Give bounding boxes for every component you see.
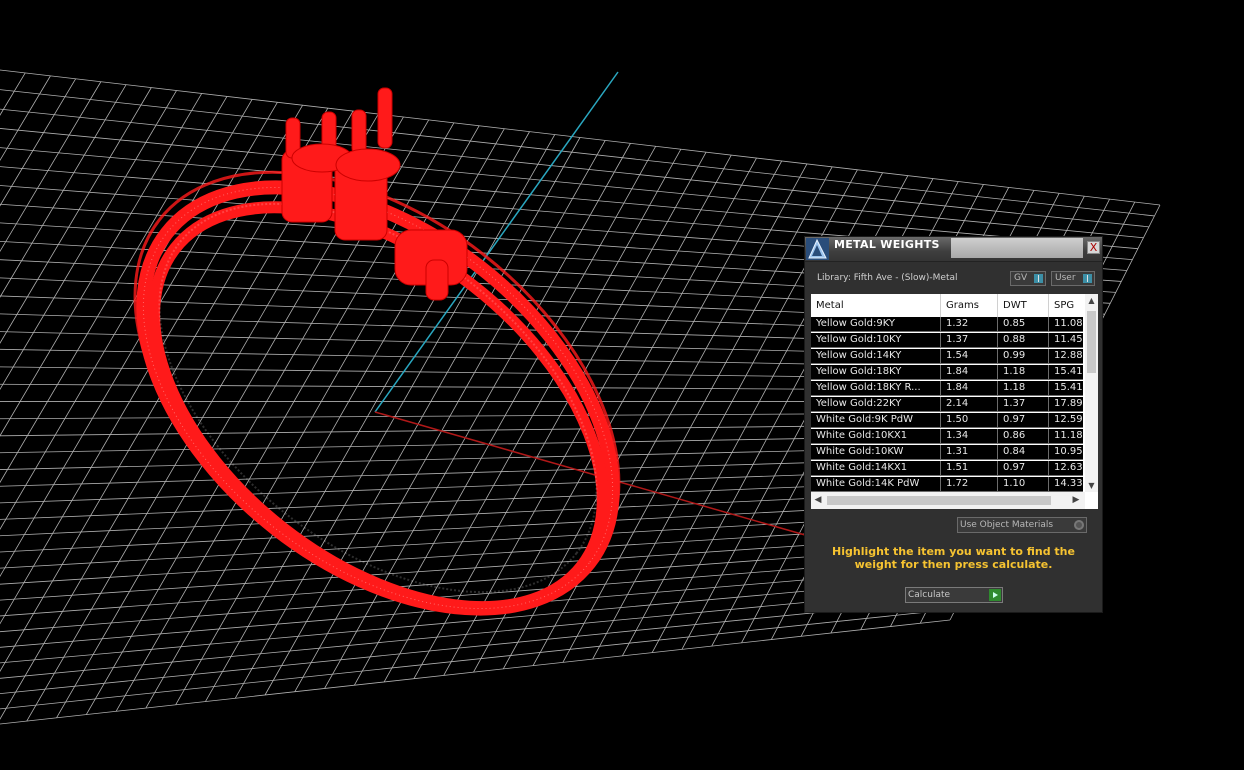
cell-metal: Yellow Gold:18KY R... <box>811 381 941 396</box>
cell-metal: Yellow Gold:10KY <box>811 333 941 348</box>
metal-weights-panel: METAL WEIGHTS X Library: Fifth Ave - (Sl… <box>804 236 1103 613</box>
scroll-up-icon[interactable]: ▲ <box>1085 294 1098 307</box>
table-row[interactable]: White Gold:10KX1 1.34 0.86 11.18 <box>811 429 1083 444</box>
cell-spg: 17.89 <box>1054 398 1083 409</box>
cell-dwt: 0.85 <box>998 317 1049 332</box>
vertical-scroll-thumb[interactable] <box>1087 311 1096 373</box>
cell-grams: 1.37 <box>941 333 998 348</box>
horizontal-scroll-thumb[interactable] <box>827 496 1051 505</box>
metal-table: Metal Grams DWT SPG Yellow Gold:9KY 1.32 0… <box>811 294 1098 509</box>
table-row[interactable]: White Gold:10KW 1.31 0.84 10.95 <box>811 445 1083 460</box>
toggle-switch-icon <box>1034 274 1043 283</box>
cell-metal: Yellow Gold:9KY <box>811 317 941 332</box>
cell-dwt: 0.86 <box>998 429 1049 444</box>
cell-dwt: 1.10 <box>998 477 1049 492</box>
table-row[interactable]: Yellow Gold:9KY 1.32 0.85 11.08 <box>811 317 1083 332</box>
table-row[interactable]: White Gold:9K PdW 1.50 0.97 12.59 <box>811 413 1083 428</box>
column-header-dwt[interactable]: DWT <box>998 294 1049 317</box>
use-object-materials-label: Use Object Materials <box>960 520 1054 530</box>
cell-grams: 1.31 <box>941 445 998 460</box>
column-header-metal[interactable]: Metal <box>811 294 941 317</box>
scroll-right-icon[interactable]: ▶ <box>1069 492 1083 509</box>
table-header: Metal Grams DWT SPG <box>811 294 1083 317</box>
cell-dwt: 0.88 <box>998 333 1049 348</box>
cell-metal: Yellow Gold:18KY <box>811 365 941 380</box>
panel-title: METAL WEIGHTS <box>834 238 940 251</box>
table-row[interactable]: Yellow Gold:18KY R... 1.84 1.18 15.41 <box>811 381 1083 396</box>
cell-spg: 12.63 <box>1054 462 1083 473</box>
cell-dwt: 1.37 <box>998 397 1049 412</box>
user-toggle-label: User <box>1055 273 1076 283</box>
cell-grams: 1.54 <box>941 349 998 364</box>
play-icon <box>989 589 1001 601</box>
cell-grams: 2.14 <box>941 397 998 412</box>
column-header-grams[interactable]: Grams <box>941 294 998 317</box>
gv-toggle[interactable]: GV <box>1010 271 1046 286</box>
cell-spg: 11.45 <box>1054 334 1083 345</box>
cell-dwt: 0.99 <box>998 349 1049 364</box>
cell-spg: 10.95 <box>1054 446 1083 457</box>
user-toggle[interactable]: User <box>1051 271 1095 286</box>
cell-spg: 15.41 <box>1054 382 1083 393</box>
cell-grams: 1.34 <box>941 429 998 444</box>
table-row[interactable]: White Gold:14KX1 1.51 0.97 12.63 <box>811 461 1083 476</box>
cell-grams: 1.51 <box>941 461 998 476</box>
cell-dwt: 0.97 <box>998 461 1049 476</box>
cell-spg: 12.88 <box>1054 350 1083 361</box>
cell-metal: White Gold:14K PdW <box>811 477 941 492</box>
cell-metal: White Gold:14KX1 <box>811 461 941 476</box>
cell-spg: 14.33 <box>1054 478 1083 489</box>
calculate-button[interactable]: Calculate <box>905 587 1003 603</box>
horizontal-scrollbar[interactable]: ◀ ▶ <box>811 492 1085 509</box>
cell-metal: Yellow Gold:14KY <box>811 349 941 364</box>
cell-metal: White Gold:10KX1 <box>811 429 941 444</box>
table-row[interactable]: White Gold:14K PdW 1.72 1.10 14.33 <box>811 477 1083 492</box>
cell-grams: 1.84 <box>941 365 998 380</box>
toggle-switch-icon <box>1083 274 1092 283</box>
table-row[interactable]: Yellow Gold:18KY 1.84 1.18 15.41 <box>811 365 1083 380</box>
app-logo-icon <box>806 238 829 260</box>
gv-toggle-label: GV <box>1014 273 1028 283</box>
panel-titlebar[interactable]: METAL WEIGHTS X <box>805 237 1102 262</box>
cell-dwt: 1.18 <box>998 365 1049 380</box>
cell-grams: 1.84 <box>941 381 998 396</box>
cell-spg: 11.08 <box>1054 318 1083 329</box>
calculate-button-label: Calculate <box>908 590 951 600</box>
cell-grams: 1.72 <box>941 477 998 492</box>
titlebar-drag-area[interactable] <box>951 238 1083 258</box>
cell-dwt: 0.84 <box>998 445 1049 460</box>
cell-grams: 1.32 <box>941 317 998 332</box>
table-row[interactable]: Yellow Gold:22KY 2.14 1.37 17.89 <box>811 397 1083 412</box>
cell-spg: 11.18 <box>1054 430 1083 441</box>
column-header-spg[interactable]: SPG <box>1049 294 1083 317</box>
cell-metal: White Gold:9K PdW <box>811 413 941 428</box>
cell-dwt: 1.18 <box>998 381 1049 396</box>
cell-grams: 1.50 <box>941 413 998 428</box>
use-object-materials-toggle[interactable]: Use Object Materials <box>957 517 1087 533</box>
instructions-text: Highlight the item you want to find the … <box>832 545 1075 571</box>
cell-spg: 12.59 <box>1054 414 1083 425</box>
cell-metal: White Gold:10KW <box>811 445 941 460</box>
vertical-scrollbar[interactable]: ▲ ▼ <box>1085 294 1098 492</box>
cell-spg: 15.41 <box>1054 366 1083 377</box>
cell-dwt: 0.97 <box>998 413 1049 428</box>
close-button[interactable]: X <box>1087 241 1100 254</box>
table-row[interactable]: Yellow Gold:14KY 1.54 0.99 12.88 <box>811 349 1083 364</box>
table-row[interactable]: Yellow Gold:10KY 1.37 0.88 11.45 <box>811 333 1083 348</box>
scroll-down-icon[interactable]: ▼ <box>1085 479 1098 492</box>
radio-icon <box>1074 520 1084 530</box>
library-label: Library: Fifth Ave - (Slow)-Metal <box>817 273 958 283</box>
scroll-left-icon[interactable]: ◀ <box>811 492 825 509</box>
cell-metal: Yellow Gold:22KY <box>811 397 941 412</box>
table-body: Yellow Gold:9KY 1.32 0.85 11.08 Yellow Gold:… <box>811 317 1083 492</box>
